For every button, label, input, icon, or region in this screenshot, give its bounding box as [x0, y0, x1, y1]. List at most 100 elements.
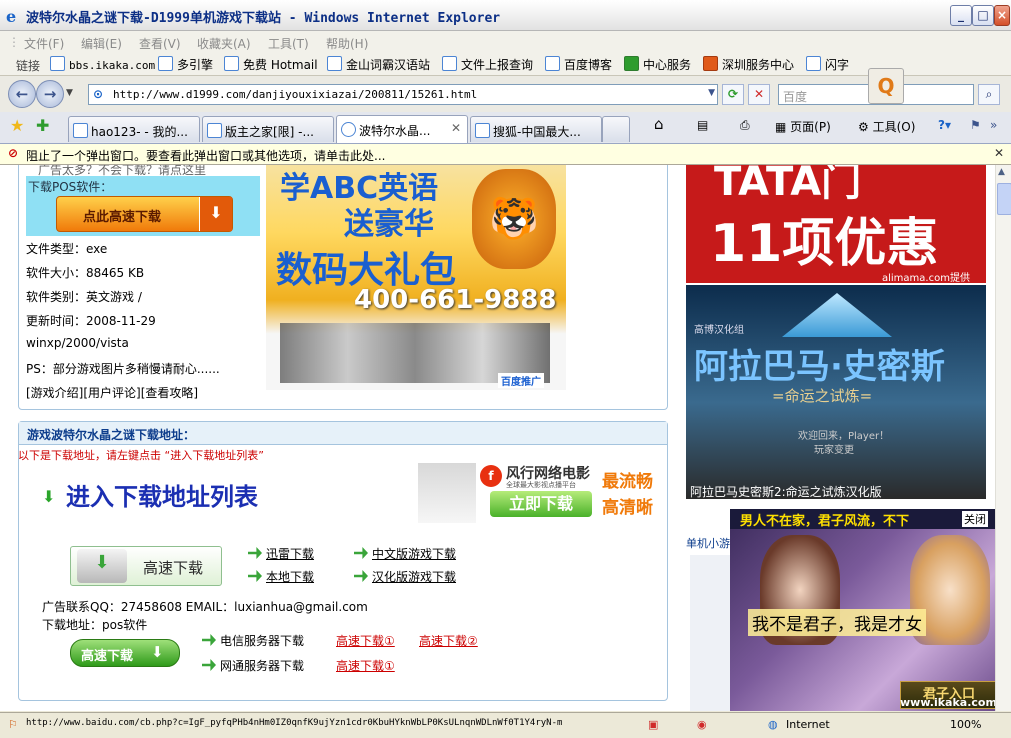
ad-girl-close-button[interactable]: 关闭: [962, 511, 988, 527]
link-xunlei[interactable]: 迅雷下载: [248, 545, 314, 562]
abc-english-ad[interactable]: 学ABC英语 送豪华 数码大礼包 🐯 400-661-9888 百度推广: [266, 165, 566, 390]
ad-movie-slogan2: 高清晰: [602, 498, 653, 518]
link-localized-version[interactable]: 汉化版游戏下载: [354, 568, 456, 585]
tab-banzhu[interactable]: 版主之家[限] -...: [202, 116, 334, 142]
disk-download-icon: ⬇: [77, 549, 127, 583]
green-arrow-icon: [248, 570, 262, 582]
close-button[interactable]: ×: [994, 5, 1010, 26]
address-dropdown-icon[interactable]: ▼: [708, 88, 715, 98]
favorites-star-icon[interactable]: ★: [10, 116, 24, 135]
ad1-provider: alimama.com提供: [882, 273, 970, 283]
ad-contact: 广告联系QQ：27458608 EMAIL：luxianhua@gmail.co…: [42, 600, 368, 614]
status-zoom[interactable]: 100%: [950, 718, 981, 731]
tab-close-icon[interactable]: ✕: [451, 121, 461, 135]
ad-abc-footer: 百度推广: [498, 373, 544, 388]
tiger-mascot-icon: 🐯: [472, 169, 556, 269]
link-user-comments[interactable]: [用户评论]: [83, 386, 140, 400]
ad-girl-top: 男人不在家，君子风流，不下: [740, 514, 910, 529]
high-speed-download-button[interactable]: ⬇ 高速下载: [70, 546, 222, 586]
maximize-button[interactable]: □: [972, 5, 994, 26]
floating-game-ad[interactable]: 男人不在家，君子风流，不下 关闭 我不是君子，我是才女 君子入口: [730, 509, 995, 711]
menu-favorites[interactable]: 收藏夹(A): [197, 35, 251, 52]
feeds-icon[interactable]: ▤: [697, 118, 708, 132]
tab-hao123[interactable]: hao123- - 我的...: [68, 116, 200, 142]
link-chinese-version[interactable]: 中文版游戏下载: [354, 545, 456, 562]
search-go-icon[interactable]: ⌕: [978, 84, 1000, 105]
scrollbar-thumb[interactable]: [997, 183, 1011, 215]
high-speed-download-button-small[interactable]: 高速下载 ⬇: [70, 639, 180, 667]
file-category: 软件类别：英文游戏 /: [26, 290, 142, 304]
forward-button[interactable]: →: [36, 80, 64, 108]
help-icon[interactable]: ?▾: [938, 118, 951, 132]
ad2-change: 玩家变更: [814, 445, 854, 456]
popup-blocked-infobar[interactable]: ⊘ 阻止了一个弹出窗口。要查看此弹出窗口或其他选项，请单击此处... ✕: [0, 144, 1011, 165]
research-icon[interactable]: ⚑: [970, 118, 981, 132]
home-icon[interactable]: ⌂: [654, 115, 664, 133]
ad-movie-download-button[interactable]: 立即下载: [490, 491, 592, 517]
status-bar: ⚐ http://www.baidu.com/cb.php?c=IgF_pyfq…: [0, 712, 1011, 738]
fast-download-button[interactable]: 点此高速下载 ⬇: [56, 196, 233, 232]
tab-potter-crystal[interactable]: 波特尔水晶... ✕: [336, 115, 468, 143]
menu-bar: ⋮ 文件(F) 编辑(E) 查看(V) 收藏夹(A) 工具(T) 帮助(H): [0, 31, 1011, 54]
link-center-service[interactable]: 中心服务: [624, 56, 691, 73]
chevron-more-icon[interactable]: »: [990, 118, 997, 132]
crystal-image: [782, 293, 892, 337]
address-hint: 以下是下载地址，请左键点击 “进入下载地址列表”: [18, 449, 264, 462]
refresh-button[interactable]: ⟳: [722, 84, 744, 105]
page-content: 广告太多？不会下载？请点这里 下载POS软件： 点此高速下载 ⬇ 文件类型：ex…: [0, 165, 995, 711]
tab-sohu[interactable]: 搜狐-中国最大...: [470, 116, 602, 142]
telecom-link-2[interactable]: 高速下载②: [419, 632, 478, 649]
ie-logo-icon: e: [6, 7, 17, 26]
minimize-button[interactable]: _: [950, 5, 972, 26]
back-button[interactable]: ←: [8, 80, 36, 108]
ad2-title: 阿拉巴马·史密斯: [694, 347, 945, 387]
enter-download-list-link[interactable]: 进入下载地址列表: [66, 477, 258, 512]
print-icon[interactable]: ⎙: [740, 118, 750, 133]
menu-view[interactable]: 查看(V): [139, 35, 181, 52]
vertical-scrollbar[interactable]: ▲: [995, 165, 1011, 711]
download-pos-panel: 下载POS软件： 点此高速下载 ⬇: [26, 176, 260, 236]
title-bar: e 波特尔水晶之谜下载-D1999单机游戏下载站 - Windows Inter…: [0, 0, 1011, 31]
side-category-link[interactable]: 单机小游: [686, 535, 730, 551]
page-menu[interactable]: ▦ 页面(P): [775, 118, 831, 135]
link-baidu-blog[interactable]: 百度博客: [545, 56, 612, 73]
infobar-close-icon[interactable]: ✕: [994, 146, 1004, 160]
arrow-icon: [624, 56, 639, 71]
links-bar: 链接 bbs.ikaka.com 多引擎 免费 Hotmail 金山词霸汉语站 …: [0, 53, 1011, 76]
link-hotmail[interactable]: 免费 Hotmail: [224, 56, 318, 73]
menu-tools[interactable]: 工具(T): [268, 35, 309, 52]
history-dropdown-icon[interactable]: ▼: [66, 88, 73, 98]
tools-menu[interactable]: ⚙ 工具(O): [858, 118, 915, 135]
add-favorite-icon[interactable]: ✚: [36, 116, 49, 135]
page-icon: [341, 122, 356, 137]
link-shenzhen-service[interactable]: 深圳服务中心: [703, 56, 794, 73]
address-input[interactable]: ⊙ http://www.d1999.com/danjiyouxixiazai/…: [88, 84, 718, 105]
link-flash-text[interactable]: 闪字: [806, 56, 849, 73]
menu-file[interactable]: 文件(F): [24, 35, 64, 52]
link-game-intro[interactable]: [游戏介绍]: [26, 386, 83, 400]
file-size: 软件大小：88465 KB: [26, 266, 145, 280]
link-multi-engine[interactable]: 多引擎: [158, 56, 213, 73]
link-local-download[interactable]: 本地下载: [248, 568, 314, 585]
green-arrow-icon: [202, 634, 216, 646]
page-icon: [475, 123, 490, 138]
alabama-smith-ad[interactable]: 高博汉化组 阿拉巴马·史密斯 =命运之试炼= 欢迎回来，Player！ 玩家变更…: [686, 285, 986, 499]
popup-status-icon: ▣: [648, 718, 659, 731]
telecom-link-1[interactable]: 高速下载①: [336, 632, 395, 649]
link-walkthrough[interactable]: [查看攻略]: [141, 386, 198, 400]
file-type: 文件类型：exe: [26, 242, 108, 256]
stop-button[interactable]: ✕: [748, 84, 770, 105]
link-bbs-ikaka[interactable]: bbs.ikaka.com: [50, 56, 155, 72]
link-file-report[interactable]: 文件上报查询: [442, 56, 533, 73]
menu-help[interactable]: 帮助(H): [326, 35, 368, 52]
new-tab-button[interactable]: [602, 116, 630, 142]
tata-door-ad[interactable]: TATA门 11项优惠 alimama.com提供: [686, 165, 986, 283]
fengxing-movie-ad[interactable]: f 风行网络电影 全球最大影视点播平台 立即下载 最流畅 高清晰: [418, 463, 664, 523]
ad1-main-text: 11项优惠: [710, 214, 939, 274]
menu-edit[interactable]: 编辑(E): [81, 35, 122, 52]
link-iciba[interactable]: 金山词霸汉语站: [327, 56, 430, 73]
scroll-up-icon[interactable]: ▲: [998, 167, 1005, 177]
ad-movie-sub: 全球最大影视点播平台: [506, 481, 576, 489]
search-provider-logo-icon[interactable]: Q: [868, 68, 904, 104]
netcom-link-1[interactable]: 高速下载①: [336, 657, 395, 674]
